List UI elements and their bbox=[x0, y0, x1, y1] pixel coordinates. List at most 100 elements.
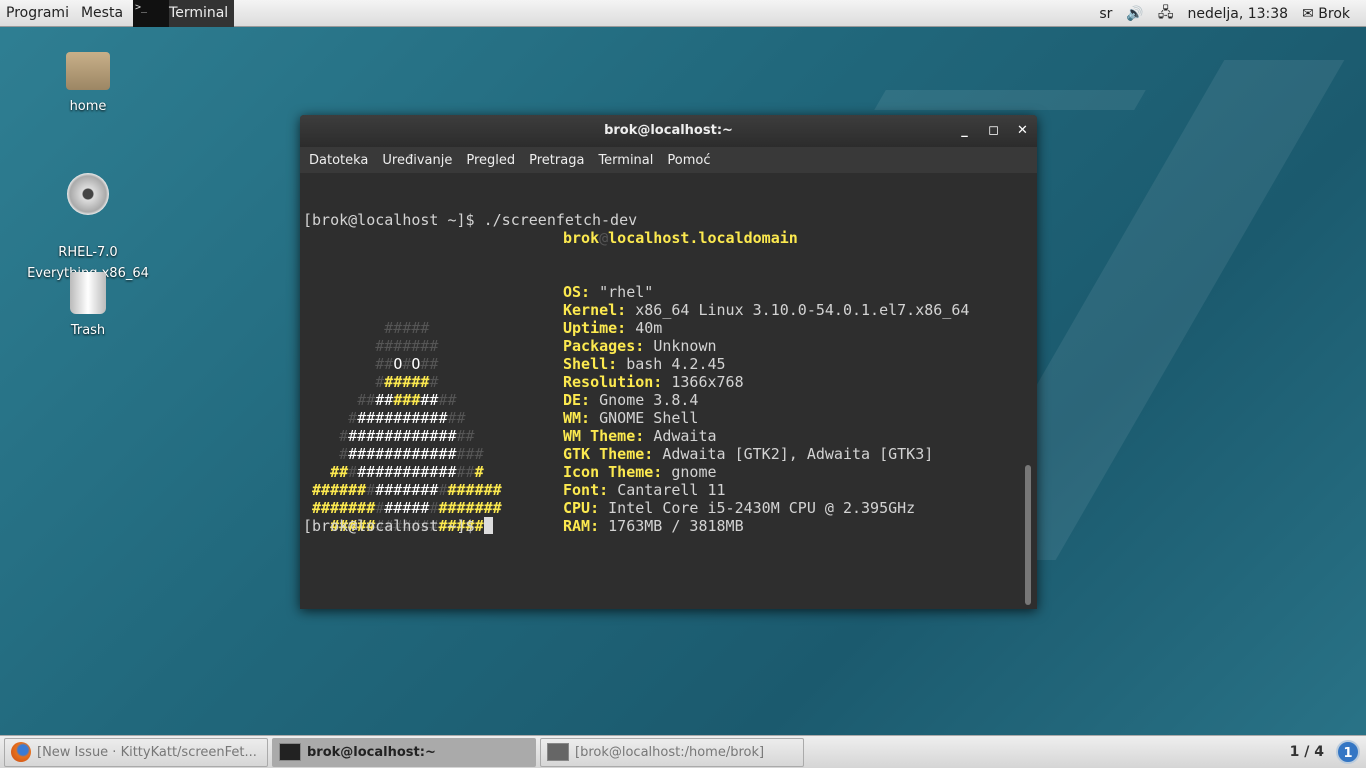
firefox-icon bbox=[11, 742, 31, 762]
taskbar: [New Issue · KittyKatt/screenFet... brok… bbox=[0, 735, 1366, 768]
scrollbar[interactable] bbox=[1025, 175, 1033, 605]
ascii-segment bbox=[303, 481, 312, 499]
user-name: Brok bbox=[1318, 5, 1350, 22]
terminal-output[interactable]: [brok@localhost ~]$ ./screenfetch-dev ##… bbox=[303, 175, 1021, 605]
info-label: WM: bbox=[563, 409, 591, 427]
prompt-line: [brok@localhost ~]$ bbox=[303, 517, 493, 535]
info-label: RAM: bbox=[563, 517, 600, 535]
info-line: Resolution: 1366x768 bbox=[563, 373, 969, 391]
ascii-segment bbox=[303, 427, 339, 445]
ascii-segment: ####### bbox=[375, 481, 439, 499]
info-label: Icon Theme: bbox=[563, 463, 663, 481]
info-label: Shell: bbox=[563, 355, 618, 373]
ascii-segment: # bbox=[375, 499, 385, 517]
close-button[interactable]: ✕ bbox=[1008, 115, 1037, 147]
ascii-segment: ########## bbox=[357, 409, 448, 427]
ascii-segment: ##### bbox=[384, 373, 430, 391]
ascii-segment: ## bbox=[330, 463, 349, 481]
task-firefox[interactable]: [New Issue · KittyKatt/screenFet... bbox=[4, 737, 268, 767]
info-value: gnome bbox=[671, 463, 717, 481]
ascii-segment bbox=[303, 337, 375, 355]
info-value: Cantarell 11 bbox=[617, 481, 726, 499]
window-title: brok@localhost:~ bbox=[604, 123, 733, 138]
ascii-segment: ## bbox=[375, 391, 394, 409]
info-line: Shell: bash 4.2.45 bbox=[563, 355, 969, 373]
desktop-icon-trash[interactable]: Trash bbox=[23, 272, 153, 341]
menu-search[interactable]: Pretraga bbox=[523, 153, 592, 168]
desktop-icon-home[interactable]: home bbox=[23, 52, 153, 117]
menu-view[interactable]: Pregled bbox=[460, 153, 523, 168]
menu-bar: Datoteka Uređivanje Pregled Pretraga Ter… bbox=[300, 147, 1037, 173]
info-line: Packages: Unknown bbox=[563, 337, 969, 355]
volume-icon[interactable]: 🔊 bbox=[1126, 6, 1143, 22]
task-label: [brok@localhost:/home/brok] bbox=[575, 744, 765, 760]
terminal-icon: >_ bbox=[133, 0, 170, 27]
keyboard-layout[interactable]: sr bbox=[1099, 6, 1112, 22]
ascii-segment: ############ bbox=[348, 445, 457, 463]
cursor bbox=[483, 517, 493, 534]
network-icon[interactable]: 🖧 bbox=[1158, 2, 1174, 26]
system-info: brok@localhost.localdomain OS: "rhel" Ker… bbox=[563, 193, 969, 535]
prompt: [brok@localhost ~]$ bbox=[303, 517, 484, 535]
info-host: localhost.localdomain bbox=[608, 229, 798, 247]
ascii-segment: ####### bbox=[438, 499, 502, 517]
ascii-segment: # bbox=[366, 481, 376, 499]
ascii-segment: # bbox=[474, 463, 484, 481]
info-value: Adwaita bbox=[653, 427, 717, 445]
info-label: Kernel: bbox=[563, 301, 627, 319]
info-value: Adwaita [GTK2], Adwaita [GTK3] bbox=[662, 445, 934, 463]
info-value: Gnome 3.8.4 bbox=[599, 391, 699, 409]
info-label: CPU: bbox=[563, 499, 600, 517]
ascii-segment bbox=[303, 355, 375, 373]
info-line: DE: Gnome 3.8.4 bbox=[563, 391, 969, 409]
task-label: brok@localhost:~ bbox=[307, 744, 436, 760]
notification-badge[interactable]: 1 bbox=[1336, 739, 1360, 764]
places-menu[interactable]: Mesta bbox=[75, 5, 129, 21]
ascii-segment bbox=[303, 391, 357, 409]
wallpaper-decoration bbox=[874, 90, 1146, 110]
ascii-segment: ## bbox=[420, 355, 439, 373]
task-terminal-active[interactable]: brok@localhost:~ bbox=[272, 737, 536, 767]
minimize-button[interactable]: _ bbox=[950, 115, 979, 147]
ascii-segment: ## bbox=[357, 391, 376, 409]
clock[interactable]: nedelja, 13:38 bbox=[1187, 6, 1288, 22]
terminal-icon bbox=[279, 743, 301, 761]
scrollbar-thumb[interactable] bbox=[1025, 465, 1031, 605]
ascii-segment: # bbox=[375, 373, 385, 391]
menu-file[interactable]: Datoteka bbox=[303, 153, 376, 168]
folder-icon bbox=[66, 52, 110, 90]
ascii-segment: # bbox=[429, 373, 439, 391]
info-value: GNOME Shell bbox=[599, 409, 699, 427]
info-value: 1366x768 bbox=[671, 373, 744, 391]
ascii-segment: ## bbox=[438, 391, 457, 409]
info-value: Unknown bbox=[653, 337, 717, 355]
maximize-button[interactable]: ◻ bbox=[979, 115, 1008, 147]
task-terminal[interactable]: [brok@localhost:/home/brok] bbox=[540, 737, 804, 767]
task-label: [New Issue · KittyKatt/screenFet... bbox=[37, 744, 257, 760]
user-menu[interactable]: ✉ Brok bbox=[1302, 6, 1350, 22]
desktop-icon-label: home bbox=[69, 99, 107, 114]
menu-terminal[interactable]: Terminal bbox=[592, 153, 661, 168]
info-line: GTK Theme: Adwaita [GTK2], Adwaita [GTK3… bbox=[563, 445, 969, 463]
applications-menu[interactable]: Programi bbox=[0, 5, 75, 21]
top-bar: Programi Mesta >_ Terminal sr 🔊 🖧 nedelj… bbox=[0, 0, 1366, 27]
active-app-menu[interactable]: >_ Terminal bbox=[133, 0, 235, 27]
info-value: 1763MB / 3818MB bbox=[608, 517, 744, 535]
workspace-indicator[interactable]: 1 / 4 bbox=[1290, 744, 1324, 760]
info-label: WM Theme: bbox=[563, 427, 645, 445]
info-label: Font: bbox=[563, 481, 609, 499]
ascii-segment: # bbox=[348, 463, 358, 481]
dvd-icon bbox=[67, 173, 109, 215]
terminal-icon bbox=[547, 743, 569, 761]
info-line: WM Theme: Adwaita bbox=[563, 427, 969, 445]
info-line: CPU: Intel Core i5-2430M CPU @ 2.395GHz bbox=[563, 499, 969, 517]
info-line: Icon Theme: gnome bbox=[563, 463, 969, 481]
menu-help[interactable]: Pomoć bbox=[661, 153, 718, 168]
menu-edit[interactable]: Uređivanje bbox=[376, 153, 460, 168]
window-titlebar[interactable]: brok@localhost:~ _ ◻ ✕ bbox=[300, 115, 1037, 147]
ascii-segment: # bbox=[348, 409, 358, 427]
ascii-segment bbox=[303, 463, 330, 481]
info-line: WM: GNOME Shell bbox=[563, 409, 969, 427]
ascii-segment: ###### bbox=[447, 481, 502, 499]
user-host: brok@localhost.localdomain bbox=[563, 229, 798, 247]
